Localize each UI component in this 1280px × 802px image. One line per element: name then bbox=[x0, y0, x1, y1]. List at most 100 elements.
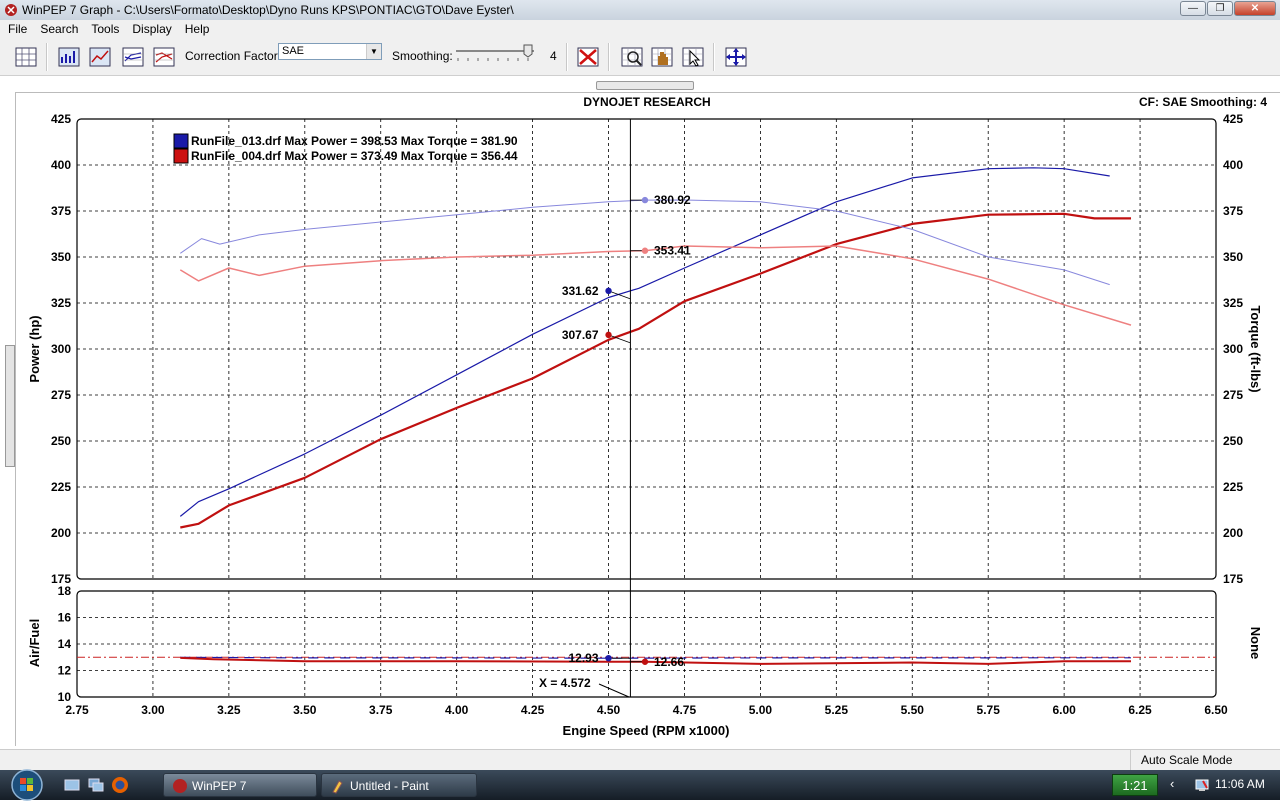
y2-tick-label: 250 bbox=[1223, 434, 1243, 448]
clear-graph-button[interactable] bbox=[574, 43, 602, 71]
x-tick-label: 6.25 bbox=[1128, 703, 1152, 717]
pointer-icon bbox=[682, 47, 704, 67]
taskbar-item-paint[interactable]: Untitled - Paint bbox=[321, 773, 477, 797]
taskbar: WinPEP 7 Untitled - Paint 1:21 ‹ 11:06 A… bbox=[0, 768, 1280, 802]
af-y-tick-label: 10 bbox=[58, 690, 72, 704]
y-tick-label: 375 bbox=[51, 204, 71, 218]
paint-task-icon bbox=[332, 780, 343, 794]
show-desktop-icon[interactable] bbox=[64, 777, 80, 793]
maximize-button[interactable]: ❐ bbox=[1207, 1, 1233, 16]
graph-overlay-button[interactable] bbox=[119, 43, 147, 71]
menu-bar: File Search Tools Display Help bbox=[0, 20, 1280, 39]
main-marker-label: 380.92 bbox=[654, 193, 691, 207]
menu-help[interactable]: Help bbox=[180, 20, 215, 36]
tray-timer[interactable]: 1:21 bbox=[1112, 774, 1158, 796]
y2-tick-label: 325 bbox=[1223, 296, 1243, 310]
y-tick-label: 250 bbox=[51, 434, 71, 448]
y-tick-label: 350 bbox=[51, 250, 71, 264]
bar-graph-icon bbox=[58, 47, 80, 67]
af-marker-label: 12.66 bbox=[654, 655, 684, 669]
taskbar-item-winpep[interactable]: WinPEP 7 bbox=[163, 773, 317, 797]
y2-tick-label: 225 bbox=[1223, 480, 1243, 494]
x-tick-label: 4.50 bbox=[597, 703, 621, 717]
legend-entry-run004: RunFile_004.drf Max Power = 373.49 Max T… bbox=[191, 149, 518, 163]
hand-icon bbox=[651, 47, 673, 67]
status-bar: Auto Scale Mode bbox=[0, 749, 1280, 771]
x-tick-label: 4.75 bbox=[673, 703, 697, 717]
x-tick-label: 6.50 bbox=[1204, 703, 1228, 717]
zoom-button[interactable] bbox=[618, 43, 646, 71]
main-marker-dot bbox=[605, 331, 612, 339]
graph-torque-button[interactable] bbox=[86, 43, 114, 71]
minimize-button[interactable]: — bbox=[1180, 1, 1206, 16]
window-titlebar: WinPEP 7 Graph - C:\Users\Formato\Deskto… bbox=[0, 0, 1280, 21]
main-marker-dot bbox=[605, 287, 612, 295]
delete-graph-icon bbox=[577, 47, 599, 67]
graph-multi-button[interactable] bbox=[150, 43, 178, 71]
correction-factor-label: Correction Factor: bbox=[185, 49, 282, 63]
y2-axis-label-none: None bbox=[1248, 627, 1263, 660]
overlay-graph-icon bbox=[122, 47, 144, 67]
menu-search[interactable]: Search bbox=[35, 20, 83, 36]
x-tick-label: 4.00 bbox=[445, 703, 469, 717]
window-title: WinPEP 7 Graph - C:\Users\Formato\Deskto… bbox=[22, 3, 514, 17]
taskbar-item-paint-label: Untitled - Paint bbox=[350, 779, 429, 793]
smoothing-slider[interactable] bbox=[454, 44, 540, 66]
switch-windows-icon[interactable] bbox=[88, 777, 104, 793]
y2-tick-label: 300 bbox=[1223, 342, 1243, 356]
start-button-icon[interactable] bbox=[6, 768, 48, 802]
line-graph-icon bbox=[89, 47, 111, 67]
af-marker-dot bbox=[641, 658, 649, 665]
x-tick-label: 3.25 bbox=[217, 703, 241, 717]
correction-factor-value: SAE bbox=[282, 45, 305, 57]
grid-view-button[interactable] bbox=[12, 43, 40, 71]
af-y-tick-label: 14 bbox=[58, 637, 72, 651]
tray-expand-icon[interactable]: ‹ bbox=[1170, 776, 1174, 791]
x-tick-label: 5.00 bbox=[749, 703, 773, 717]
menu-display[interactable]: Display bbox=[127, 20, 176, 36]
auto-scale-mode-status: Auto Scale Mode bbox=[1130, 750, 1232, 771]
main-marker-label: 331.62 bbox=[562, 284, 599, 298]
correction-factor-select[interactable]: SAE ▼ bbox=[278, 43, 382, 60]
main-marker-label: 353.41 bbox=[654, 244, 691, 258]
slider-track-icon bbox=[456, 44, 534, 61]
pan-button[interactable] bbox=[648, 43, 676, 71]
graph-power-button[interactable] bbox=[55, 43, 83, 71]
close-button[interactable]: ✕ bbox=[1234, 1, 1276, 16]
x-tick-label: 5.75 bbox=[977, 703, 1001, 717]
main-marker-dot bbox=[641, 247, 649, 254]
y-tick-label: 300 bbox=[51, 342, 71, 356]
network-tray-icon[interactable] bbox=[1194, 777, 1210, 793]
af-y-tick-label: 18 bbox=[58, 584, 72, 598]
x-tick-label: 4.25 bbox=[521, 703, 545, 717]
menu-file[interactable]: File bbox=[3, 20, 32, 36]
multi-graph-icon bbox=[153, 47, 175, 67]
x-axis-label: Engine Speed (RPM x1000) bbox=[563, 723, 730, 738]
x-tick-label: 2.75 bbox=[65, 703, 89, 717]
y-tick-label: 200 bbox=[51, 526, 71, 540]
y2-tick-label: 425 bbox=[1223, 112, 1243, 126]
af-y-tick-label: 12 bbox=[58, 664, 72, 678]
firefox-icon[interactable] bbox=[111, 776, 129, 794]
y2-tick-label: 375 bbox=[1223, 204, 1243, 218]
autoscale-button[interactable] bbox=[722, 43, 750, 71]
taskbar-item-winpep-label: WinPEP 7 bbox=[192, 779, 247, 793]
menu-tools[interactable]: Tools bbox=[86, 20, 124, 36]
legend-swatch-run013 bbox=[173, 133, 189, 149]
left-panel-handle[interactable] bbox=[5, 345, 15, 467]
y2-tick-label: 350 bbox=[1223, 250, 1243, 264]
y-axis-label-airfuel: Air/Fuel bbox=[27, 619, 42, 667]
af-y-tick-label: 16 bbox=[58, 611, 72, 625]
grid-icon bbox=[15, 47, 37, 67]
graph-panel: DYNOJET RESEARCH CF: SAE Smoothing: 4 17… bbox=[15, 92, 1280, 746]
cursor-tool-button[interactable] bbox=[679, 43, 707, 71]
cursor-x-readout: X = 4.572 bbox=[539, 676, 591, 690]
x-tick-label: 3.00 bbox=[141, 703, 165, 717]
af-marker-label: 12.93 bbox=[569, 651, 599, 665]
dyno-chart[interactable]: DYNOJET RESEARCH CF: SAE Smoothing: 4 17… bbox=[16, 93, 1280, 746]
taskbar-clock: 11:06 AM bbox=[1215, 777, 1265, 791]
move-arrows-icon bbox=[725, 47, 747, 67]
af-marker-dot bbox=[605, 654, 612, 662]
y-axis-label-power: Power (hp) bbox=[27, 315, 42, 382]
panel-collapse-grip[interactable] bbox=[596, 81, 694, 90]
